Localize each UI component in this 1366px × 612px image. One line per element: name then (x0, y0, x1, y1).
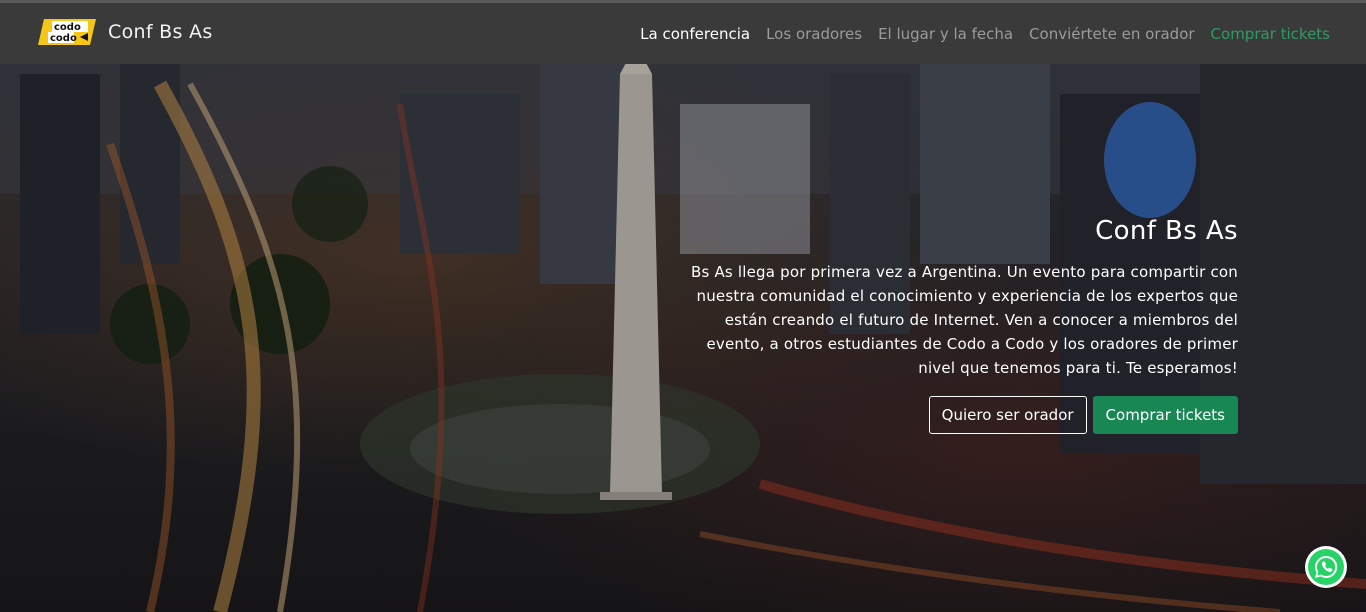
whatsapp-icon (1308, 549, 1344, 585)
whatsapp-button[interactable] (1305, 546, 1347, 588)
hero-content: Conf Bs As Bs As llega por primera vez a… (678, 216, 1238, 434)
brand-title: Conf Bs As (108, 21, 213, 43)
brand-link[interactable]: codo codo Conf Bs As (38, 17, 213, 47)
nav-item-comprar-tickets[interactable]: Comprar tickets (1211, 25, 1330, 43)
navbar: codo codo Conf Bs As La conferencia Los … (0, 3, 1366, 64)
codo-a-codo-logo: codo codo (38, 17, 96, 47)
nav-item-conferencia[interactable]: La conferencia (640, 25, 750, 43)
nav-item-lugar-fecha[interactable]: El lugar y la fecha (878, 25, 1013, 43)
hero-section: Conf Bs As Bs As llega por primera vez a… (0, 64, 1366, 612)
hero-actions: Quiero ser orador Comprar tickets (678, 396, 1238, 434)
main-nav: La conferencia Los oradores El lugar y l… (640, 3, 1330, 64)
nav-item-convertite-orador[interactable]: Conviértete en orador (1029, 25, 1195, 43)
logo-text-1: codo (54, 22, 81, 33)
nav-item-oradores[interactable]: Los oradores (766, 25, 862, 43)
hero-title: Conf Bs As (1095, 216, 1238, 246)
hero-description: Bs As llega por primera vez a Argentina.… (690, 263, 1238, 377)
speaker-button[interactable]: Quiero ser orador (928, 396, 1087, 434)
logo-text-2: codo (50, 33, 77, 44)
buy-tickets-button[interactable]: Comprar tickets (1092, 396, 1238, 434)
